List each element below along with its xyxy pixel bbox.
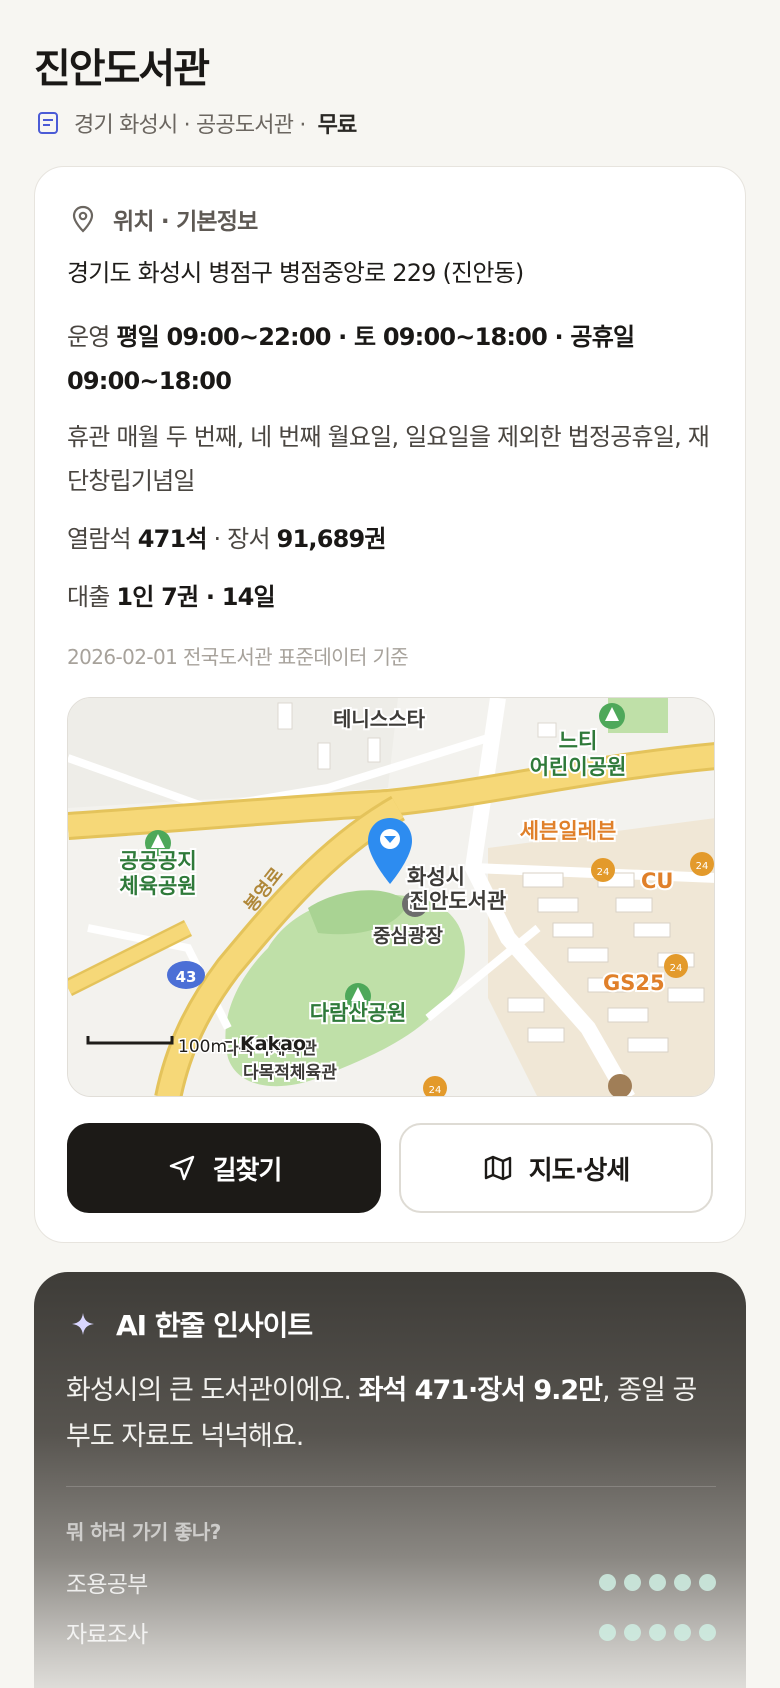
svg-text:100m: 100m: [178, 1037, 227, 1057]
map-label-gs25: GS25: [603, 971, 665, 995]
good-for-title: 뭐 하러 가기 좋나?: [66, 1520, 221, 1544]
ai-insight-title: AI 한줄 인사이트: [116, 1309, 313, 1342]
page-title: 진안도서관: [34, 46, 210, 92]
rating-dots: [599, 1573, 716, 1591]
building-icon: [608, 1074, 632, 1096]
rating-dot: [699, 1573, 716, 1591]
loan-value: 1인 7권 · 14일: [116, 583, 275, 611]
directions-button-label: 길찾기: [212, 1155, 283, 1186]
document-icon: [36, 111, 60, 135]
price-badge: 무료: [317, 113, 358, 138]
seats-value: 471석: [137, 525, 208, 553]
ai-insight-header: AI 한줄 인사이트: [70, 1304, 313, 1344]
divider: [66, 1486, 716, 1487]
map-label-park-a: 어린이공원: [530, 755, 627, 779]
rating-dot: [624, 1573, 641, 1591]
good-for-item: 자료조사: [66, 1614, 716, 1650]
location-pin-icon: [71, 205, 95, 233]
good-for-label: 조용공부: [66, 1572, 148, 1598]
rating-dot: [599, 1573, 616, 1591]
map-label-library: 진안도서관: [410, 889, 507, 913]
seats-label: 열람석: [67, 525, 132, 553]
svg-text:24: 24: [670, 963, 683, 974]
closed-days: 휴관 매월 두 번째, 네 번째 월요일, 일요일을 제외한 법정공휴일, 재단…: [67, 423, 710, 495]
map-label-cu: CU: [641, 869, 673, 893]
library-category: 경기 화성시 · 공공도서관 ·: [74, 113, 306, 138]
opening-hours: 운영 평일 09:00~22:00 · 토 09:00~18:00 · 공휴일 …: [67, 315, 717, 403]
rating-dot: [624, 1623, 641, 1641]
rating-dot: [599, 1623, 616, 1641]
capacity-row: 열람석 471석 · 장서 91,689권: [67, 519, 386, 554]
books-value: 91,689권: [276, 525, 387, 553]
navigation-arrow-icon: [167, 1153, 197, 1183]
map-label-library: 화성시: [407, 865, 465, 889]
good-for-label: 자료조사: [66, 1622, 148, 1648]
rating-dot: [699, 1623, 716, 1641]
good-for-item: 조용공부: [66, 1564, 716, 1600]
library-meta: 경기 화성시 · 공공도서관 · 무료: [36, 106, 358, 140]
section-location: 위치 · 기본정보: [71, 201, 258, 237]
ai-insight-text: 화성시의 큰 도서관이에요. 좌석 471·장서 9.2만, 종일 공부도 자료…: [66, 1375, 697, 1452]
directions-button[interactable]: 길찾기: [67, 1123, 381, 1213]
map-view[interactable]: 43 봉영로 24 24 24 24 테니스스타 느티 어린이공원 공공공지 체…: [67, 697, 715, 1097]
svg-text:24: 24: [597, 867, 610, 878]
loan-label: 대출: [67, 583, 110, 611]
map-detail-button-label: 지도·상세: [528, 1155, 631, 1186]
map-icon: [483, 1153, 513, 1183]
map-label-park-b: 체육공원: [119, 874, 196, 898]
convenience-store-icon: 24: [664, 954, 688, 978]
map-label-plaza: 중심광장: [373, 925, 443, 947]
rating-dot: [674, 1573, 691, 1591]
convenience-store-icon: 24: [591, 858, 615, 882]
map-label-tennis: 테니스스타: [333, 707, 426, 731]
map-label-gym-cut: 다목적체육관: [243, 1063, 337, 1083]
svg-text:24: 24: [429, 1085, 442, 1096]
sparkle-icon: [70, 1311, 96, 1337]
map-label-711: 세븐일레븐: [520, 819, 617, 843]
map-label-park-b: 공공공지: [119, 849, 196, 873]
map-label-darasan: 다람산공원: [310, 1001, 407, 1025]
info-card: 위치 · 기본정보 경기도 화성시 병점구 병점중앙로 229 (진안동) 운영…: [34, 166, 746, 1243]
map-label-park-a: 느티: [559, 729, 598, 753]
books-label: · 장서: [213, 525, 271, 553]
svg-text:24: 24: [696, 861, 709, 872]
map-detail-button[interactable]: 지도·상세: [399, 1123, 713, 1213]
map-brand-logo: Kakao: [240, 1033, 306, 1055]
rating-dot: [674, 1623, 691, 1641]
rating-dot: [649, 1623, 666, 1641]
address-text: 경기도 화성시 병점구 병점중앙로 229 (진안동): [67, 259, 524, 287]
rating-dot: [649, 1573, 666, 1591]
data-source-date: 2026-02-01 전국도서관 표준데이터 기준: [67, 645, 409, 669]
hours-value: 평일 09:00~22:00 · 토 09:00~18:00 · 공휴일 09:…: [67, 323, 635, 395]
map-route-number: 43: [176, 968, 197, 986]
hours-label: 운영: [67, 323, 110, 351]
convenience-store-icon: 24: [690, 852, 714, 876]
section-location-title: 위치 · 기본정보: [113, 209, 258, 235]
rating-dots: [599, 1623, 716, 1641]
park-icon: [599, 703, 625, 729]
loan-row: 대출 1인 7권 · 14일: [67, 577, 276, 612]
ai-insight-card: AI 한줄 인사이트 화성시의 큰 도서관이에요. 좌석 471·장서 9.2만…: [34, 1272, 746, 1688]
